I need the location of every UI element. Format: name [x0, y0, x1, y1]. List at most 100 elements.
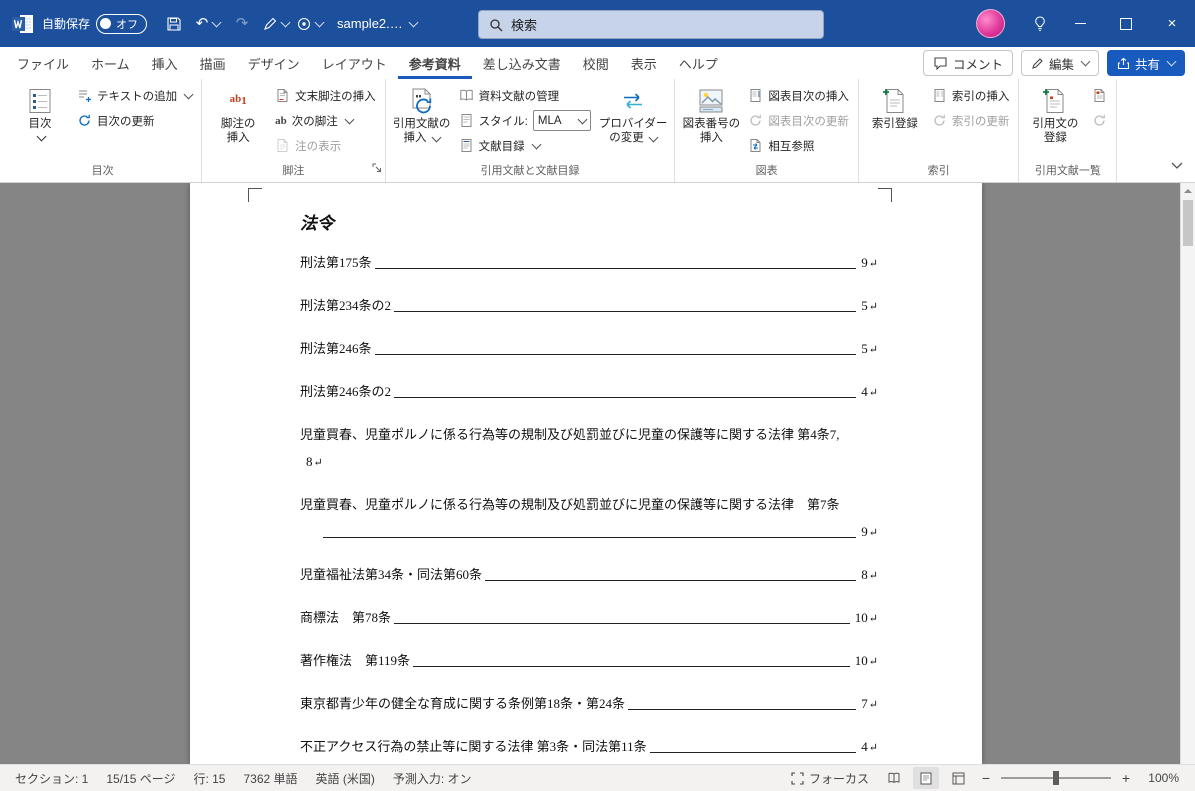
chevron-down-icon [36, 131, 47, 142]
scroll-up-arrow[interactable] [1181, 183, 1195, 198]
status-text-prediction[interactable]: 予測入力: オン [384, 770, 481, 787]
zoom-out-button[interactable]: − [977, 770, 995, 786]
refresh-icon [1094, 114, 1106, 126]
chevron-down-icon [314, 17, 325, 27]
provider-arrows-icon [621, 85, 645, 117]
title-bar: 自動保存 オフ ↶ ↷ sample2.… 検索 × [0, 0, 1195, 47]
change-provider-button[interactable]: プロバイダー の変更 [596, 81, 671, 145]
manage-sources-button[interactable]: 資料文献の管理 [454, 83, 596, 108]
ribbon-group-authorities: 引用文の 登録 引用文献一覧 [1019, 79, 1118, 182]
toa-row: 児童買春、児童ポルノに係る行為等の規制及び処罰並びに児童の保護等に関する法律 第… [300, 427, 840, 442]
citation-style-combo[interactable]: スタイル: MLA [454, 108, 596, 133]
scrollbar-thumb[interactable] [1183, 200, 1193, 246]
insert-caption-button[interactable]: 図表番号の 挿入 [679, 81, 743, 145]
web-layout-button[interactable] [945, 767, 971, 789]
save-button[interactable] [157, 9, 191, 39]
show-notes-icon [277, 139, 288, 152]
insert-citation-button[interactable]: 引用文献の 挿入 [390, 81, 454, 145]
dotted-leader [323, 537, 857, 538]
share-button[interactable]: 共有 [1106, 50, 1185, 76]
update-index-button: 索引の更新 [927, 108, 1015, 133]
status-page-count[interactable]: 15/15 ページ [97, 770, 184, 787]
mark-citation-button[interactable]: 引用文の 登録 [1023, 81, 1087, 145]
endnote-icon [277, 89, 288, 102]
chevron-down-icon [280, 17, 291, 27]
toa-row: 児童福祉法第34条・同法第60条 8 ↵ [300, 566, 878, 585]
page-number: 9 [861, 255, 868, 270]
help-lightbulb-button[interactable] [1023, 0, 1057, 47]
undo-button[interactable]: ↶ [191, 9, 225, 39]
tab-home[interactable]: ホーム [80, 47, 141, 79]
insert-citation-icon [408, 85, 436, 117]
maximize-button[interactable] [1103, 0, 1149, 47]
insert-footnote-button[interactable]: ab 1 脚注の 挿入 [206, 81, 270, 145]
tab-review[interactable]: 校閲 [572, 47, 620, 79]
vertical-scrollbar[interactable] [1180, 183, 1195, 764]
document-title-text: sample2.… [337, 16, 403, 31]
document-heading: 法令 [300, 214, 334, 233]
footnotes-dialog-launcher[interactable] [372, 160, 382, 178]
page-number: 9 [861, 524, 868, 539]
zoom-percent[interactable]: 100% [1141, 771, 1185, 785]
insert-index-button[interactable]: 索引の挿入 [927, 83, 1015, 108]
editing-mode-button[interactable]: 編集 [1020, 50, 1099, 76]
search-box[interactable]: 検索 [478, 10, 824, 39]
zoom-thumb[interactable] [1053, 771, 1059, 785]
paragraph-mark: ↵ [868, 656, 878, 668]
update-toc-button[interactable]: 目次の更新 [72, 108, 197, 133]
close-button[interactable]: × [1149, 0, 1195, 47]
word-app-icon[interactable] [8, 9, 38, 39]
close-icon: × [1167, 15, 1177, 32]
minimize-button[interactable] [1057, 0, 1103, 47]
next-footnote-button[interactable]: ab 次の脚注 [270, 108, 381, 133]
table-of-contents-button[interactable]: 目次 [8, 81, 72, 142]
save-icon [167, 16, 181, 31]
document-page[interactable]: 法令 刑法第175条 9 ↵ 刑法第234条の2 5 ↵ 刑法第246条 5 ↵ 刑法第246条の… [190, 183, 982, 764]
collapse-ribbon-button[interactable] [1171, 156, 1183, 174]
tab-layout[interactable]: レイアウト [311, 47, 398, 79]
tab-help[interactable]: ヘルプ [668, 47, 729, 79]
tab-file[interactable]: ファイル [6, 47, 80, 79]
read-mode-button[interactable] [881, 767, 907, 789]
status-language[interactable]: 英語 (米国) [307, 770, 384, 787]
user-avatar[interactable] [976, 9, 1005, 38]
insert-table-of-authorities-button[interactable] [1087, 83, 1112, 108]
add-text-button[interactable]: テキストの追加 [72, 83, 197, 108]
print-layout-button[interactable] [913, 767, 939, 789]
cross-reference-button[interactable]: 相互参照 [743, 133, 854, 158]
pen-tools-button[interactable] [259, 9, 293, 39]
redo-icon: ↷ [235, 15, 249, 32]
status-line-number[interactable]: 行: 15 [184, 770, 234, 787]
touch-mode-button[interactable] [293, 9, 327, 39]
mark-index-entry-button[interactable]: 索引登録 [863, 81, 927, 131]
tab-draw[interactable]: 描画 [189, 47, 237, 79]
insert-table-of-figures-button[interactable]: 図表目次の挿入 [743, 83, 854, 108]
page-number: 5 [861, 341, 868, 356]
tab-view[interactable]: 表示 [620, 47, 668, 79]
focus-mode-button[interactable]: フォーカス [785, 770, 875, 787]
bibliography-button[interactable]: 文献目録 [454, 133, 596, 158]
zoom-slider[interactable] [1001, 770, 1111, 786]
status-section[interactable]: セクション: 1 [6, 770, 97, 787]
document-title[interactable]: sample2.… [337, 16, 419, 31]
zoom-in-button[interactable]: + [1117, 770, 1135, 786]
style-select[interactable]: MLA [532, 110, 591, 131]
touch-mode-icon [297, 17, 311, 30]
tab-references[interactable]: 参考資料 [398, 47, 472, 79]
picture-caption-icon [697, 85, 725, 117]
tab-insert[interactable]: 挿入 [141, 47, 189, 79]
autosave-toggle[interactable]: 自動保存 オフ [42, 13, 148, 34]
toa-row: 児童買春、児童ポルノに係る行為等の規制及び処罰並びに児童の保護等に関する法律 第… [300, 497, 840, 512]
insert-endnote-button[interactable]: 文末脚注の挿入 [270, 83, 381, 108]
pen-icon [264, 17, 277, 30]
dotted-leader [628, 709, 857, 710]
bibliography-icon [461, 139, 472, 152]
comments-button[interactable]: コメント [922, 50, 1013, 76]
tab-design[interactable]: デザイン [237, 47, 311, 79]
ribbon-group-citations: 引用文献の 挿入 資料文献の管理 スタイル: MLA 文献目録 プロバイダー の… [386, 79, 676, 182]
search-placeholder: 検索 [511, 18, 538, 33]
status-word-count[interactable]: 7362 単語 [235, 770, 307, 787]
paragraph-mark: ↵ [868, 699, 878, 711]
autosave-pill: オフ [96, 13, 148, 34]
tab-mailings[interactable]: 差し込み文書 [472, 47, 572, 79]
